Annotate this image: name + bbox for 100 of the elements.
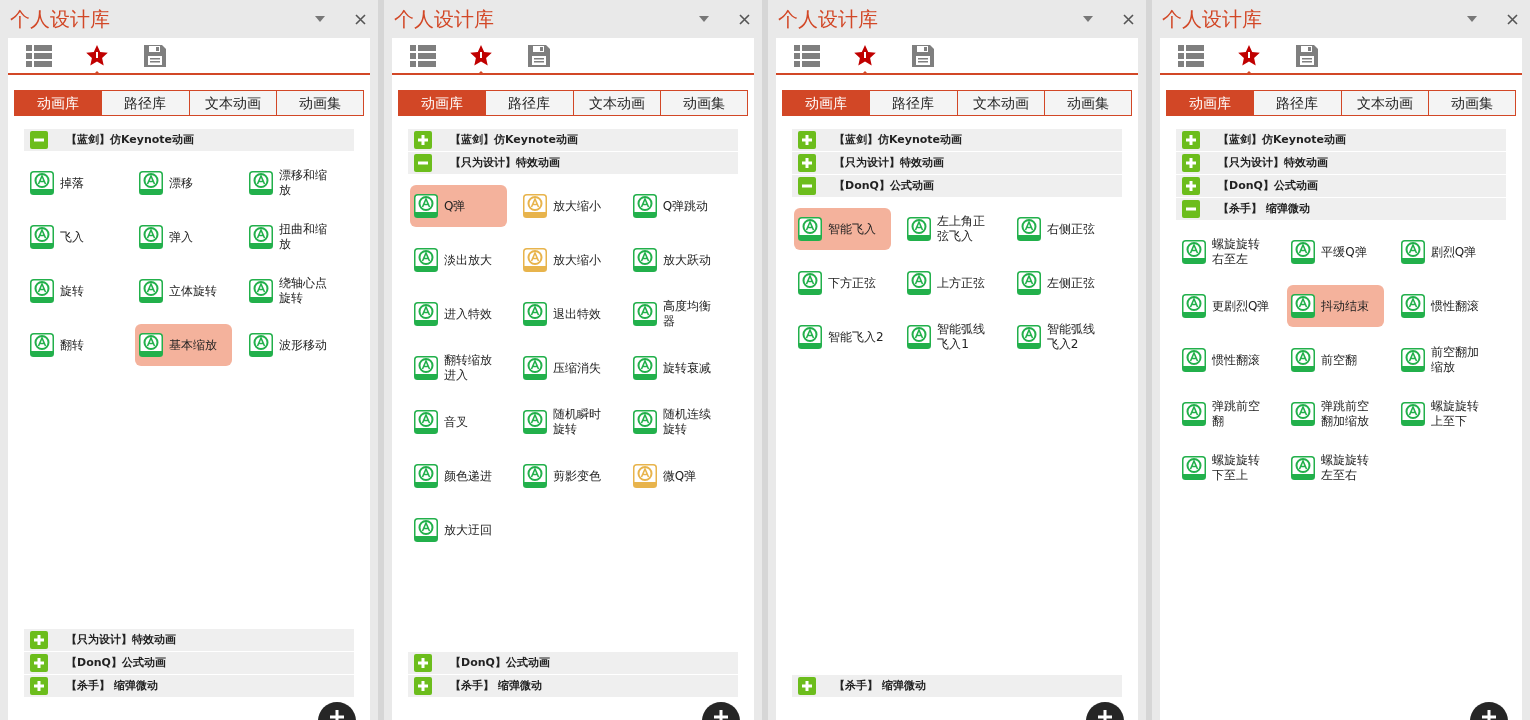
expand-icon[interactable] — [1182, 131, 1200, 149]
animation-item[interactable]: 弹跳前空翻加缩放 — [1287, 393, 1385, 435]
animation-item[interactable]: 剪影变色 — [519, 455, 617, 497]
animation-item[interactable]: 微Q弹 — [628, 455, 726, 497]
expand-icon[interactable] — [414, 677, 432, 695]
animation-item[interactable]: 高度均衡器 — [628, 293, 726, 335]
animation-item[interactable]: 左侧正弦 — [1012, 262, 1110, 304]
animation-item[interactable]: 放大跃动 — [628, 239, 726, 281]
animation-item[interactable]: 智能弧线飞入2 — [1012, 316, 1110, 358]
tab[interactable]: 动画集 — [1427, 91, 1515, 115]
group-header[interactable]: 【只为设计】特效动画 — [1176, 152, 1506, 175]
tab[interactable]: 动画集 — [1043, 91, 1131, 115]
animation-item[interactable]: 立体旋转 — [135, 270, 233, 312]
animation-item[interactable]: 漂移 — [135, 162, 233, 204]
animation-item[interactable]: 前空翻加缩放 — [1396, 339, 1494, 381]
tab[interactable]: 路径库 — [1253, 91, 1341, 115]
expand-icon[interactable] — [1182, 177, 1200, 195]
close-icon[interactable] — [355, 13, 366, 25]
animation-item[interactable]: 放大迂回 — [410, 509, 507, 551]
animation-item[interactable]: 淡出放大 — [410, 239, 507, 281]
animation-item[interactable]: 颜色递进 — [410, 455, 507, 497]
group-header[interactable]: 【DonQ】公式动画 — [792, 175, 1122, 198]
animation-item[interactable]: 放大缩小 — [519, 185, 617, 227]
animation-item[interactable]: 惯性翻滚 — [1396, 285, 1494, 327]
animation-item[interactable]: 放大缩小 — [519, 239, 617, 281]
animation-item[interactable]: 弹入 — [135, 216, 233, 258]
animation-item[interactable]: 更剧烈Q弹 — [1178, 285, 1275, 327]
animation-item[interactable]: 波形移动 — [244, 324, 342, 366]
tab[interactable]: 动画库 — [1167, 91, 1254, 115]
group-header[interactable]: 【杀手】 缩弹微动 — [792, 675, 1122, 698]
tab[interactable]: 路径库 — [101, 91, 189, 115]
animation-item[interactable]: 剧烈Q弹 — [1396, 231, 1494, 273]
expand-icon[interactable] — [30, 654, 48, 672]
animation-item[interactable]: 翻转 — [26, 324, 123, 366]
animation-item[interactable]: 左上角正弦飞入 — [903, 208, 1001, 250]
tab[interactable]: 文本动画 — [956, 91, 1044, 115]
dropdown-icon[interactable] — [699, 16, 709, 22]
close-icon[interactable] — [739, 13, 750, 25]
animation-item[interactable]: 抖动结束 — [1287, 285, 1385, 327]
expand-icon[interactable] — [798, 154, 816, 172]
animation-item[interactable]: 旋转 — [26, 270, 123, 312]
animation-item[interactable]: 螺旋旋转下至上 — [1178, 447, 1275, 489]
dropdown-icon[interactable] — [1467, 16, 1477, 22]
collapse-icon[interactable] — [1182, 200, 1200, 218]
collapse-icon[interactable] — [414, 154, 432, 172]
animation-item[interactable]: 随机瞬时旋转 — [519, 401, 617, 443]
animation-item[interactable]: 螺旋旋转左至右 — [1287, 447, 1385, 489]
animation-item[interactable]: 右侧正弦 — [1012, 208, 1110, 250]
animation-item[interactable]: 智能飞入 — [794, 208, 891, 250]
tab[interactable]: 动画库 — [783, 91, 870, 115]
collapse-icon[interactable] — [798, 177, 816, 195]
animation-item[interactable]: Q弹跳动 — [628, 185, 726, 227]
animation-item[interactable]: 智能飞入2 — [794, 316, 891, 358]
expand-icon[interactable] — [798, 131, 816, 149]
tab[interactable]: 文本动画 — [188, 91, 276, 115]
animation-item[interactable]: 上方正弦 — [903, 262, 1001, 304]
group-header[interactable]: 【蓝剑】仿Keynote动画 — [1176, 129, 1506, 152]
animation-item[interactable]: 惯性翻滚 — [1178, 339, 1275, 381]
tab[interactable]: 文本动画 — [1340, 91, 1428, 115]
tab[interactable]: 动画库 — [15, 91, 102, 115]
animation-item[interactable]: 螺旋旋转上至下 — [1396, 393, 1494, 435]
close-icon[interactable] — [1507, 13, 1518, 25]
expand-icon[interactable] — [798, 677, 816, 695]
animation-item[interactable]: 螺旋旋转右至左 — [1178, 231, 1275, 273]
expand-icon[interactable] — [30, 631, 48, 649]
dropdown-icon[interactable] — [1083, 16, 1093, 22]
animation-item[interactable]: 音叉 — [410, 401, 507, 443]
close-icon[interactable] — [1123, 13, 1134, 25]
animation-item[interactable]: 智能弧线飞入1 — [903, 316, 1001, 358]
group-header[interactable]: 【蓝剑】仿Keynote动画 — [792, 129, 1122, 152]
tab[interactable]: 文本动画 — [572, 91, 660, 115]
collapse-icon[interactable] — [30, 131, 48, 149]
tab[interactable]: 路径库 — [485, 91, 573, 115]
group-header[interactable]: 【杀手】 缩弹微动 — [24, 675, 354, 698]
animation-item[interactable]: 下方正弦 — [794, 262, 891, 304]
group-header[interactable]: 【杀手】 缩弹微动 — [408, 675, 738, 698]
animation-item[interactable]: 前空翻 — [1287, 339, 1385, 381]
expand-icon[interactable] — [1182, 154, 1200, 172]
animation-item[interactable]: 旋转衰减 — [628, 347, 726, 389]
expand-icon[interactable] — [414, 131, 432, 149]
animation-item[interactable]: 随机连续旋转 — [628, 401, 726, 443]
animation-item[interactable]: Q弹 — [410, 185, 507, 227]
animation-item[interactable]: 进入特效 — [410, 293, 507, 335]
group-header[interactable]: 【DonQ】公式动画 — [1176, 175, 1506, 198]
animation-item[interactable]: 退出特效 — [519, 293, 617, 335]
group-header[interactable]: 【蓝剑】仿Keynote动画 — [408, 129, 738, 152]
group-header[interactable]: 【DonQ】公式动画 — [24, 652, 354, 675]
animation-item[interactable]: 扭曲和缩放 — [244, 216, 342, 258]
group-header[interactable]: 【蓝剑】仿Keynote动画 — [24, 129, 354, 152]
group-header[interactable]: 【只为设计】特效动画 — [408, 152, 738, 175]
group-header[interactable]: 【杀手】 缩弹微动 — [1176, 198, 1506, 221]
expand-icon[interactable] — [30, 677, 48, 695]
group-header[interactable]: 【DonQ】公式动画 — [408, 652, 738, 675]
tab[interactable]: 动画库 — [399, 91, 486, 115]
animation-item[interactable]: 平缓Q弹 — [1287, 231, 1385, 273]
animation-item[interactable]: 漂移和缩放 — [244, 162, 342, 204]
expand-icon[interactable] — [414, 654, 432, 672]
animation-item[interactable]: 掉落 — [26, 162, 123, 204]
animation-item[interactable]: 飞入 — [26, 216, 123, 258]
animation-item[interactable]: 翻转缩放进入 — [410, 347, 507, 389]
